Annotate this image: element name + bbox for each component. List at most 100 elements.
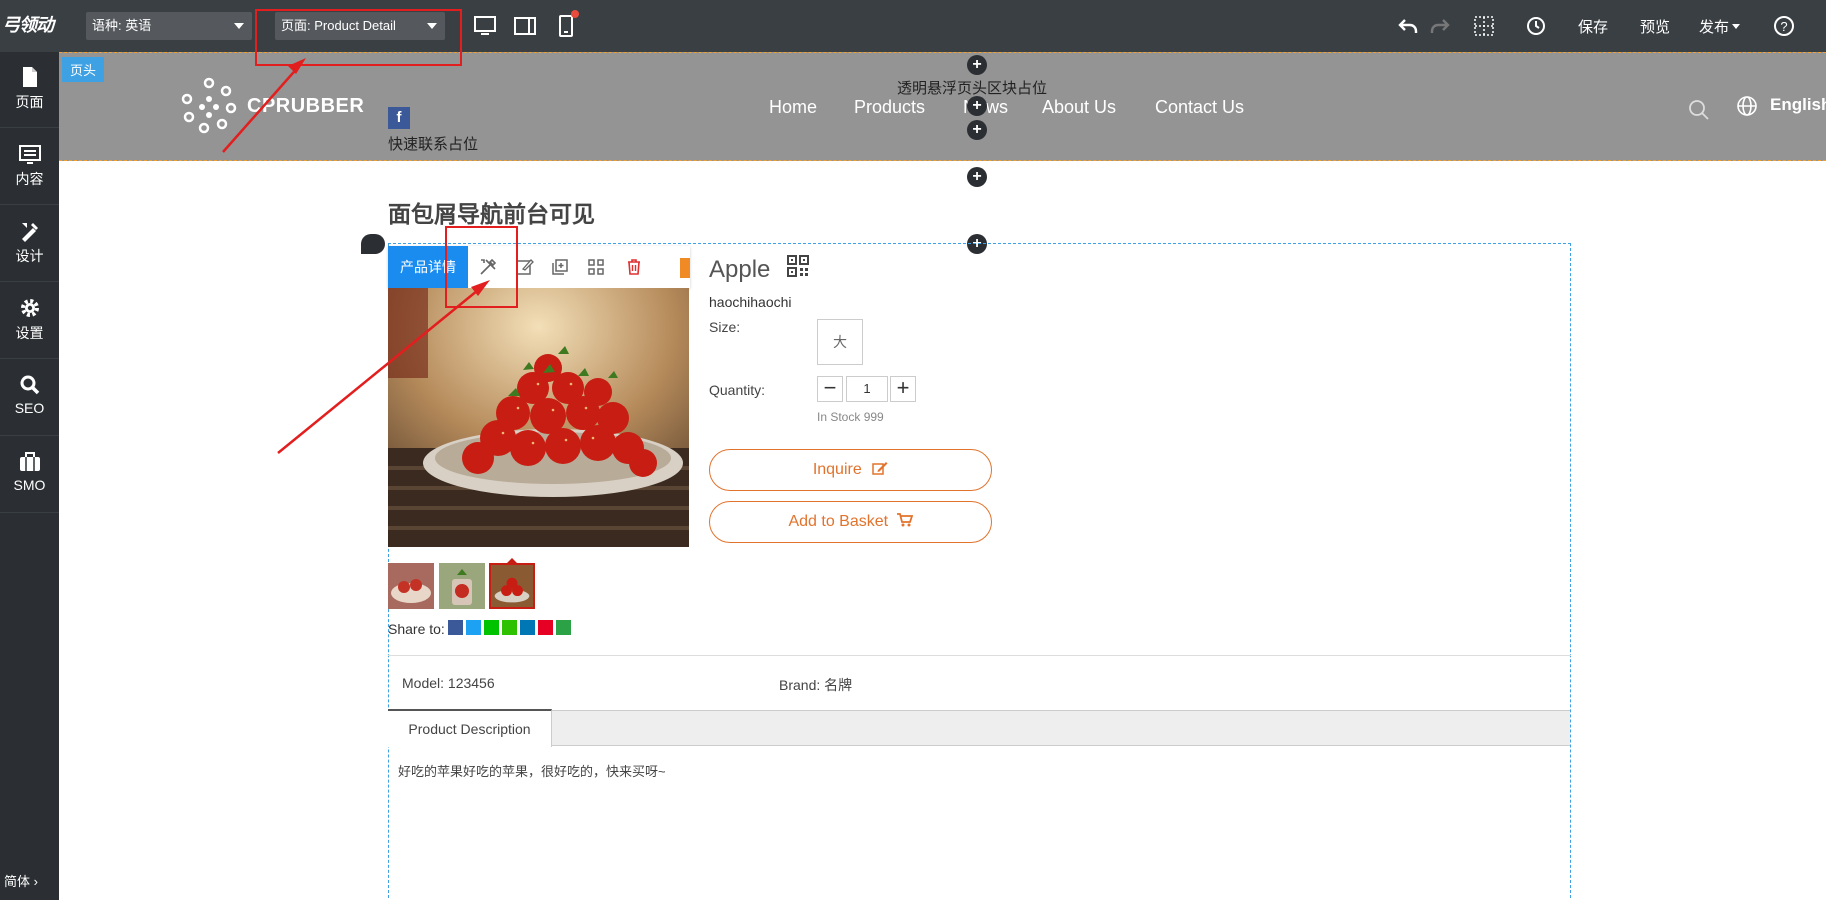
desktop-view-icon[interactable] xyxy=(473,14,497,38)
product-thumbnail[interactable] xyxy=(439,563,485,609)
product-model: Model: 123456 xyxy=(402,675,495,691)
quantity-decrease-button[interactable]: − xyxy=(817,376,843,402)
language-select-value: 语种: 英语 xyxy=(92,18,152,33)
line-share-icon[interactable] xyxy=(484,620,499,635)
nav-about-us[interactable]: About Us xyxy=(1042,97,1116,118)
language-switch[interactable]: 简体 › xyxy=(4,871,38,890)
header-tag[interactable]: 页头 xyxy=(62,57,105,82)
sidebar-item-label: 页面 xyxy=(15,94,44,110)
sidebar-item-seo[interactable]: SEO xyxy=(0,360,59,436)
product-thumbnail-selected[interactable] xyxy=(489,563,535,609)
quantity-input[interactable]: 1 xyxy=(846,376,888,402)
sidebar-item-page[interactable]: 页面 xyxy=(0,52,59,128)
add-block-button[interactable]: + xyxy=(967,120,987,140)
product-thumbnail[interactable] xyxy=(388,563,434,609)
cart-icon xyxy=(896,513,913,527)
history-icon[interactable] xyxy=(1524,14,1548,38)
nav-home[interactable]: Home xyxy=(769,97,817,118)
module-drag-handle[interactable] xyxy=(361,234,385,254)
tablet-view-icon[interactable] xyxy=(513,14,537,38)
redo-icon[interactable] xyxy=(1428,14,1452,38)
annotation-box xyxy=(445,226,518,308)
twitter-share-icon[interactable] xyxy=(466,620,481,635)
divider xyxy=(388,655,1571,656)
publish-button[interactable]: 发布 xyxy=(1699,16,1729,37)
globe-icon[interactable] xyxy=(1735,94,1759,118)
qr-code-icon[interactable] xyxy=(787,255,809,277)
size-label: Size: xyxy=(709,319,741,335)
sidebar-item-content[interactable]: 内容 xyxy=(0,129,59,205)
search-icon[interactable] xyxy=(1687,98,1711,122)
nav-contact-us[interactable]: Contact Us xyxy=(1155,97,1244,118)
app-logo: 弓领动 xyxy=(2,15,54,35)
breadcrumb: 面包屑导航前台可见 xyxy=(388,201,595,227)
facebook-icon[interactable]: f xyxy=(388,107,410,129)
share-more-icon[interactable] xyxy=(556,620,571,635)
grid-icon[interactable] xyxy=(1472,14,1496,38)
module-flag xyxy=(680,258,690,278)
quick-contact-placeholder: 快速联系占位 xyxy=(388,136,479,153)
chevron-down-icon xyxy=(1732,24,1740,29)
sidebar-item-design[interactable]: 设计 xyxy=(0,206,59,282)
sidebar-item-label: 内容 xyxy=(15,171,44,187)
linkedin-share-icon[interactable] xyxy=(520,620,535,635)
thumbnail-indicator xyxy=(507,558,517,563)
svg-text:?: ? xyxy=(1780,19,1787,34)
quantity-increase-button[interactable]: + xyxy=(890,376,916,402)
product-brand: Brand: 名牌 xyxy=(779,677,853,693)
add-block-button[interactable]: + xyxy=(967,55,987,75)
annotation-box xyxy=(255,9,462,66)
briefcase-icon xyxy=(19,452,40,471)
pinterest-share-icon[interactable] xyxy=(538,620,553,635)
left-sidebar: 页面 内容 设计 设置 SEO SMO 简体 › xyxy=(0,52,59,900)
copy-icon[interactable] xyxy=(550,257,570,277)
notification-dot xyxy=(571,10,579,18)
add-to-basket-label: Add to Basket xyxy=(788,513,889,530)
layout-icon[interactable] xyxy=(586,257,606,277)
edit-icon xyxy=(872,462,888,475)
size-option[interactable]: 大 xyxy=(817,319,863,365)
wechat-share-icon[interactable] xyxy=(502,620,517,635)
language-label[interactable]: English xyxy=(1770,95,1826,115)
product-tabs xyxy=(388,710,1570,746)
tab-product-description[interactable]: Product Description xyxy=(388,709,552,747)
add-to-basket-button[interactable]: Add to Basket xyxy=(709,501,992,543)
nav-products[interactable]: Products xyxy=(854,97,925,118)
search-icon xyxy=(20,375,39,395)
inquire-button[interactable]: Inquire xyxy=(709,449,992,491)
editor-canvas: 页头 CPRUBBER f 快速联系占位 透明悬浮页头区块占位 Home Pro… xyxy=(59,52,1826,900)
help-icon[interactable]: ? xyxy=(1772,14,1796,38)
trash-icon[interactable] xyxy=(624,257,644,277)
sidebar-item-label: SEO xyxy=(14,400,45,416)
undo-icon[interactable] xyxy=(1396,14,1420,38)
facebook-share-icon[interactable] xyxy=(448,620,463,635)
product-subtitle: haochihaochi xyxy=(709,294,792,310)
page-icon xyxy=(22,67,37,87)
gear-icon xyxy=(20,299,39,317)
product-main-image[interactable] xyxy=(388,288,689,547)
product-title: Apple xyxy=(709,256,771,283)
chevron-down-icon xyxy=(234,23,244,29)
sidebar-item-label: 设置 xyxy=(15,325,44,341)
sidebar-item-label: 设计 xyxy=(15,248,44,264)
quantity-label: Quantity: xyxy=(709,382,766,398)
add-block-button[interactable]: + xyxy=(967,167,987,187)
stock-text: In Stock 999 xyxy=(817,410,884,424)
design-icon xyxy=(21,223,38,242)
save-button[interactable]: 保存 xyxy=(1578,16,1608,37)
share-label: Share to: xyxy=(388,621,445,637)
preview-button[interactable]: 预览 xyxy=(1640,16,1670,37)
inquire-label: Inquire xyxy=(812,461,862,478)
language-select[interactable]: 语种: 英语 xyxy=(86,12,252,40)
module-toolbar: 产品详情 xyxy=(388,246,690,288)
product-description-text: 好吃的苹果好吃的苹果，很好吃的，快来买呀~ xyxy=(398,764,666,779)
content-icon xyxy=(18,145,41,164)
brand-logo-icon xyxy=(181,77,237,134)
sidebar-item-settings[interactable]: 设置 xyxy=(0,283,59,359)
float-header-placeholder: 透明悬浮页头区块占位 xyxy=(897,80,1048,97)
brand-name: CPRUBBER xyxy=(247,95,365,117)
add-block-button[interactable]: + xyxy=(967,96,987,116)
site-header-block[interactable]: 页头 CPRUBBER f 快速联系占位 透明悬浮页头区块占位 Home Pro… xyxy=(59,52,1826,161)
sidebar-item-smo[interactable]: SMO xyxy=(0,437,59,513)
sidebar-item-label: SMO xyxy=(13,477,46,493)
